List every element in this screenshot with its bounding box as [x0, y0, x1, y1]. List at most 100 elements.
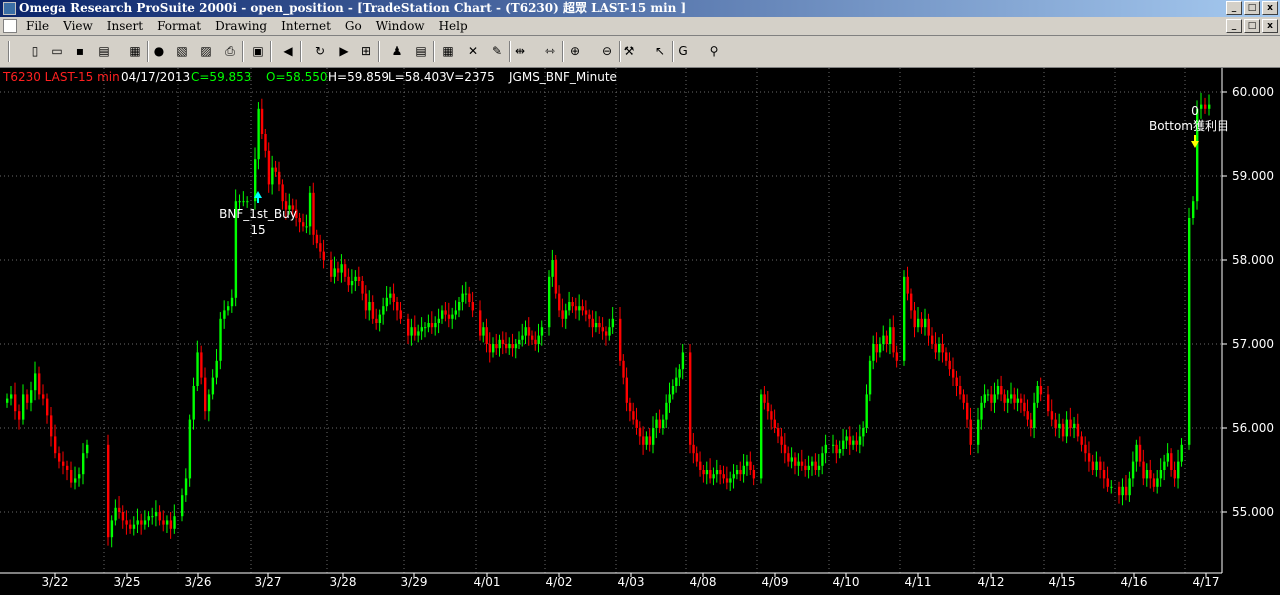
compress-icon[interactable]: ⇹: [512, 43, 528, 59]
menu-drawing[interactable]: Drawing: [215, 17, 267, 36]
maximize-button[interactable]: □: [1244, 1, 1260, 15]
new-icon[interactable]: ▯: [27, 43, 43, 59]
candle-body: [219, 318, 222, 361]
menu-go[interactable]: Go: [345, 17, 362, 36]
candle-body: [608, 327, 611, 336]
menu-window[interactable]: Window: [376, 17, 425, 36]
candle-body: [227, 306, 230, 311]
properties-icon[interactable]: ▣: [250, 43, 266, 59]
candle-body: [66, 465, 69, 470]
candle-body: [200, 352, 203, 378]
price-chart[interactable]: 55.000 56.000 57.000 58.000 59.000 60.000 3/22…: [0, 68, 1280, 595]
candle-body: [934, 344, 937, 353]
tools-icon[interactable]: ⚒: [621, 43, 637, 59]
toolbar-separator: [147, 41, 149, 62]
candle-body: [681, 352, 685, 370]
candle-body: [645, 436, 648, 445]
doc-minimize-button[interactable]: _: [1226, 19, 1242, 33]
header-date: 04/17/2013: [121, 70, 190, 84]
zoom-out-icon[interactable]: ⊖: [599, 43, 615, 59]
arrow-right-icon[interactable]: ▶: [336, 43, 352, 59]
candle-body: [22, 394, 25, 420]
candle-body: [392, 293, 395, 302]
chart-canvas: 55.000 56.000 57.000 58.000 59.000 60.000 3/22…: [0, 68, 1280, 595]
chart-window-icon[interactable]: ▦: [127, 43, 143, 59]
candle-body: [410, 327, 413, 336]
print-preview-icon[interactable]: ▤: [96, 43, 112, 59]
candle-body: [807, 465, 810, 470]
g-icon[interactable]: G: [675, 43, 691, 59]
candle-body: [1065, 419, 1069, 437]
candle-body: [906, 276, 909, 294]
candle-body: [1069, 419, 1072, 428]
pointer-icon[interactable]: ↖: [652, 43, 668, 59]
candle-body: [628, 402, 632, 412]
candle-body: [521, 335, 524, 340]
menu-format[interactable]: Format: [157, 17, 201, 36]
candle-body: [30, 390, 33, 403]
menu-internet[interactable]: Internet: [281, 17, 331, 36]
candle-body: [257, 108, 260, 160]
trend-icon[interactable]: ✎: [489, 43, 505, 59]
refresh-icon[interactable]: ↻: [312, 43, 328, 59]
candle-body: [368, 302, 371, 311]
candle-body: [842, 440, 845, 449]
save-icon[interactable]: ▪: [72, 43, 88, 59]
grid-icon[interactable]: ▦: [440, 43, 456, 59]
pin-icon[interactable]: ⚲: [706, 43, 722, 59]
candle-body: [983, 394, 986, 403]
candle-body: [86, 444, 89, 454]
candle-body: [511, 344, 514, 349]
candle-body: [430, 323, 434, 328]
candle-body: [1016, 398, 1019, 403]
close-button[interactable]: x: [1262, 1, 1278, 15]
menu-file[interactable]: File: [26, 17, 49, 36]
doc-restore-button[interactable]: □: [1244, 19, 1260, 33]
expand-icon[interactable]: ⇿: [542, 43, 558, 59]
candle-body: [742, 465, 745, 475]
candle-body: [357, 276, 361, 281]
menu-view[interactable]: View: [63, 17, 93, 36]
zoom-in-icon[interactable]: ⊕: [567, 43, 583, 59]
header-symbol: T6230 LAST-15 min: [2, 70, 120, 84]
menu-insert[interactable]: Insert: [107, 17, 143, 36]
candle-body: [591, 318, 594, 328]
open-icon[interactable]: ▭: [49, 43, 65, 59]
candle-body: [151, 516, 154, 518]
candle-body: [281, 184, 284, 202]
candle-body: [468, 293, 471, 302]
candle-body: [1138, 444, 1142, 462]
indicator-icon[interactable]: ♟: [389, 43, 405, 59]
candle-body: [82, 453, 85, 475]
print-icon[interactable]: ⎙: [222, 43, 238, 59]
y-tick-label: 58.000: [1232, 253, 1274, 267]
document-icon[interactable]: [3, 19, 17, 33]
study-icon[interactable]: ✕: [465, 43, 481, 59]
candle-body: [169, 520, 173, 529]
candle-body: [715, 470, 719, 475]
candle-body: [1099, 461, 1102, 470]
header-close: C=59.853: [191, 70, 251, 84]
minimize-button[interactable]: _: [1226, 1, 1242, 15]
arrow-left-icon[interactable]: ◀: [280, 43, 296, 59]
insert-analysis-icon[interactable]: ⊞: [358, 43, 374, 59]
globe-icon[interactable]: ●: [151, 43, 167, 59]
candle-body: [695, 453, 699, 462]
candle-body: [885, 335, 888, 344]
sell-label: Bottom獲利目: [1149, 119, 1229, 133]
candle-body: [888, 327, 892, 344]
candle-body: [140, 520, 143, 525]
doc-close-button[interactable]: x: [1262, 19, 1278, 33]
candle-body: [1080, 436, 1083, 445]
menu-help[interactable]: Help: [439, 17, 468, 36]
x-tick-label: 4/12: [978, 575, 1005, 589]
candle-body: [705, 470, 709, 475]
format-icon[interactable]: ▧: [174, 43, 190, 59]
picture-icon[interactable]: ▨: [198, 43, 214, 59]
candle-body: [1047, 394, 1050, 412]
candle-body: [702, 470, 705, 475]
candle-body: [147, 516, 150, 521]
candle-body: [389, 293, 392, 298]
strategy-icon[interactable]: ▤: [413, 43, 429, 59]
candle-body: [271, 167, 274, 185]
